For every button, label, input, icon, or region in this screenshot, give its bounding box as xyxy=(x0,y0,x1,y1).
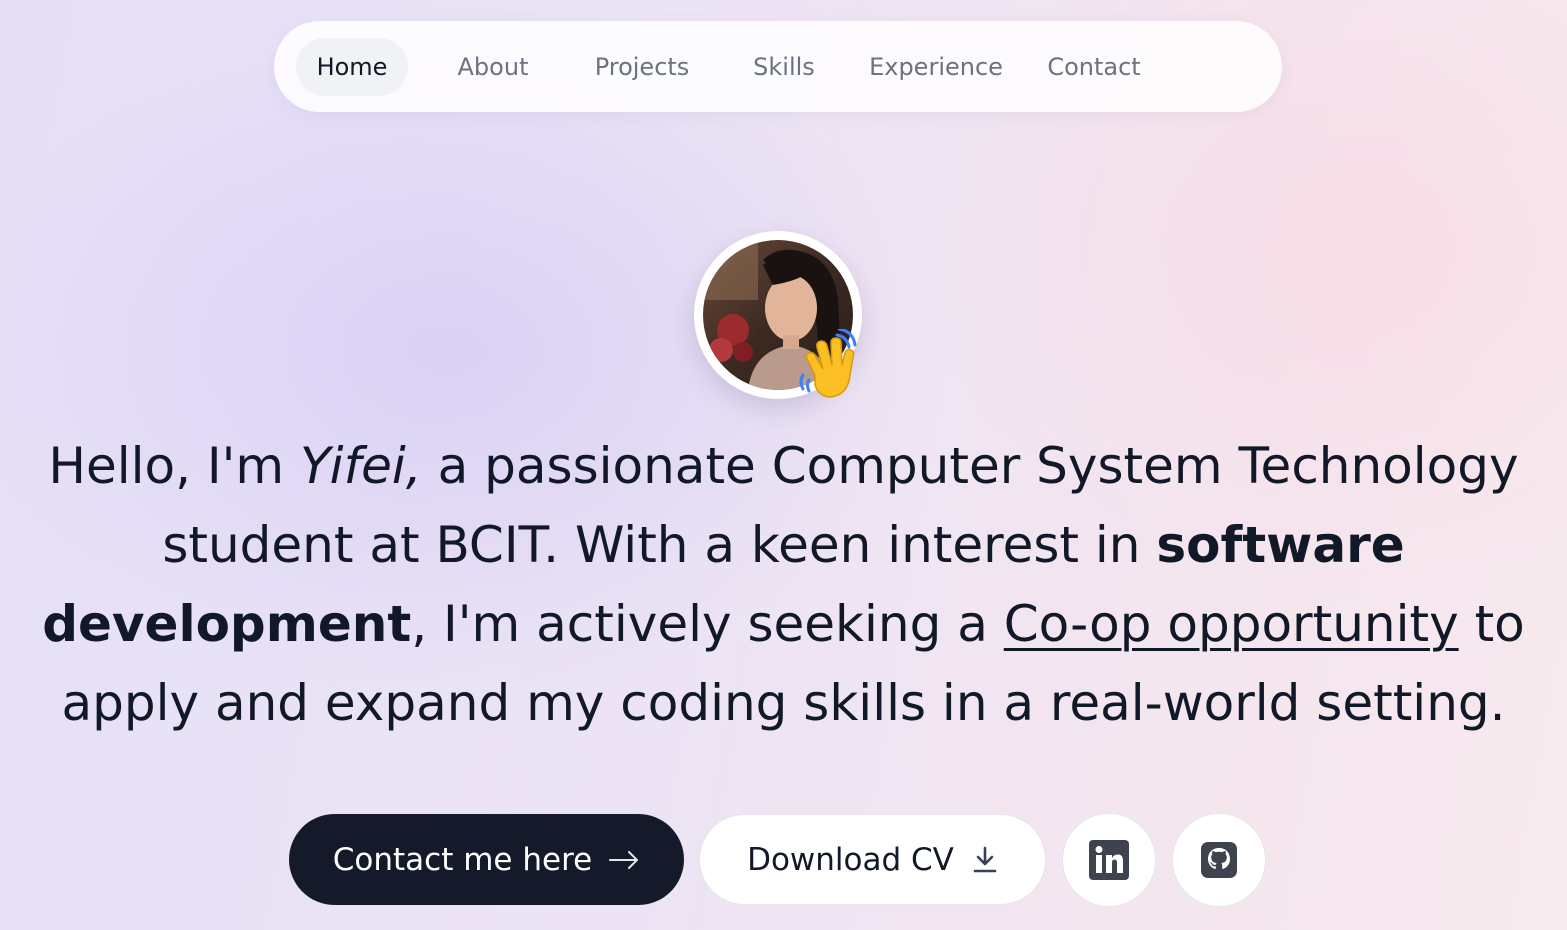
nav-item-skills[interactable]: Skills xyxy=(736,38,832,96)
download-icon xyxy=(972,846,998,874)
contact-me-button[interactable]: Contact me here xyxy=(289,814,684,905)
download-cv-label: Download CV xyxy=(747,841,954,878)
intro-part-3: , I'm actively seeking a xyxy=(411,595,1004,653)
intro-text: Hello, I'm Yifei, a passionate Computer … xyxy=(30,427,1537,743)
coop-link[interactable]: Co-op opportunity xyxy=(1004,595,1459,653)
avatar-container xyxy=(694,231,862,399)
contact-me-label: Contact me here xyxy=(332,841,593,878)
nav-item-about[interactable]: About xyxy=(434,38,552,96)
nav-item-home[interactable]: Home xyxy=(296,37,408,96)
top-nav: Home About Projects Skills Experience Co… xyxy=(274,21,1282,112)
intro-part-1: Hello, I'm xyxy=(48,437,301,495)
nav-item-experience[interactable]: Experience xyxy=(856,38,1016,96)
arrow-right-icon xyxy=(608,850,640,870)
download-cv-button[interactable]: Download CV xyxy=(699,814,1046,905)
nav-item-projects[interactable]: Projects xyxy=(574,38,710,96)
waving-hand-icon xyxy=(797,327,861,401)
github-button[interactable] xyxy=(1172,813,1266,907)
github-icon xyxy=(1201,842,1237,878)
linkedin-button[interactable] xyxy=(1062,813,1156,907)
intro-name: Yifei, xyxy=(300,437,422,495)
linkedin-icon xyxy=(1089,840,1129,880)
nav-item-contact[interactable]: Contact xyxy=(1032,38,1156,96)
